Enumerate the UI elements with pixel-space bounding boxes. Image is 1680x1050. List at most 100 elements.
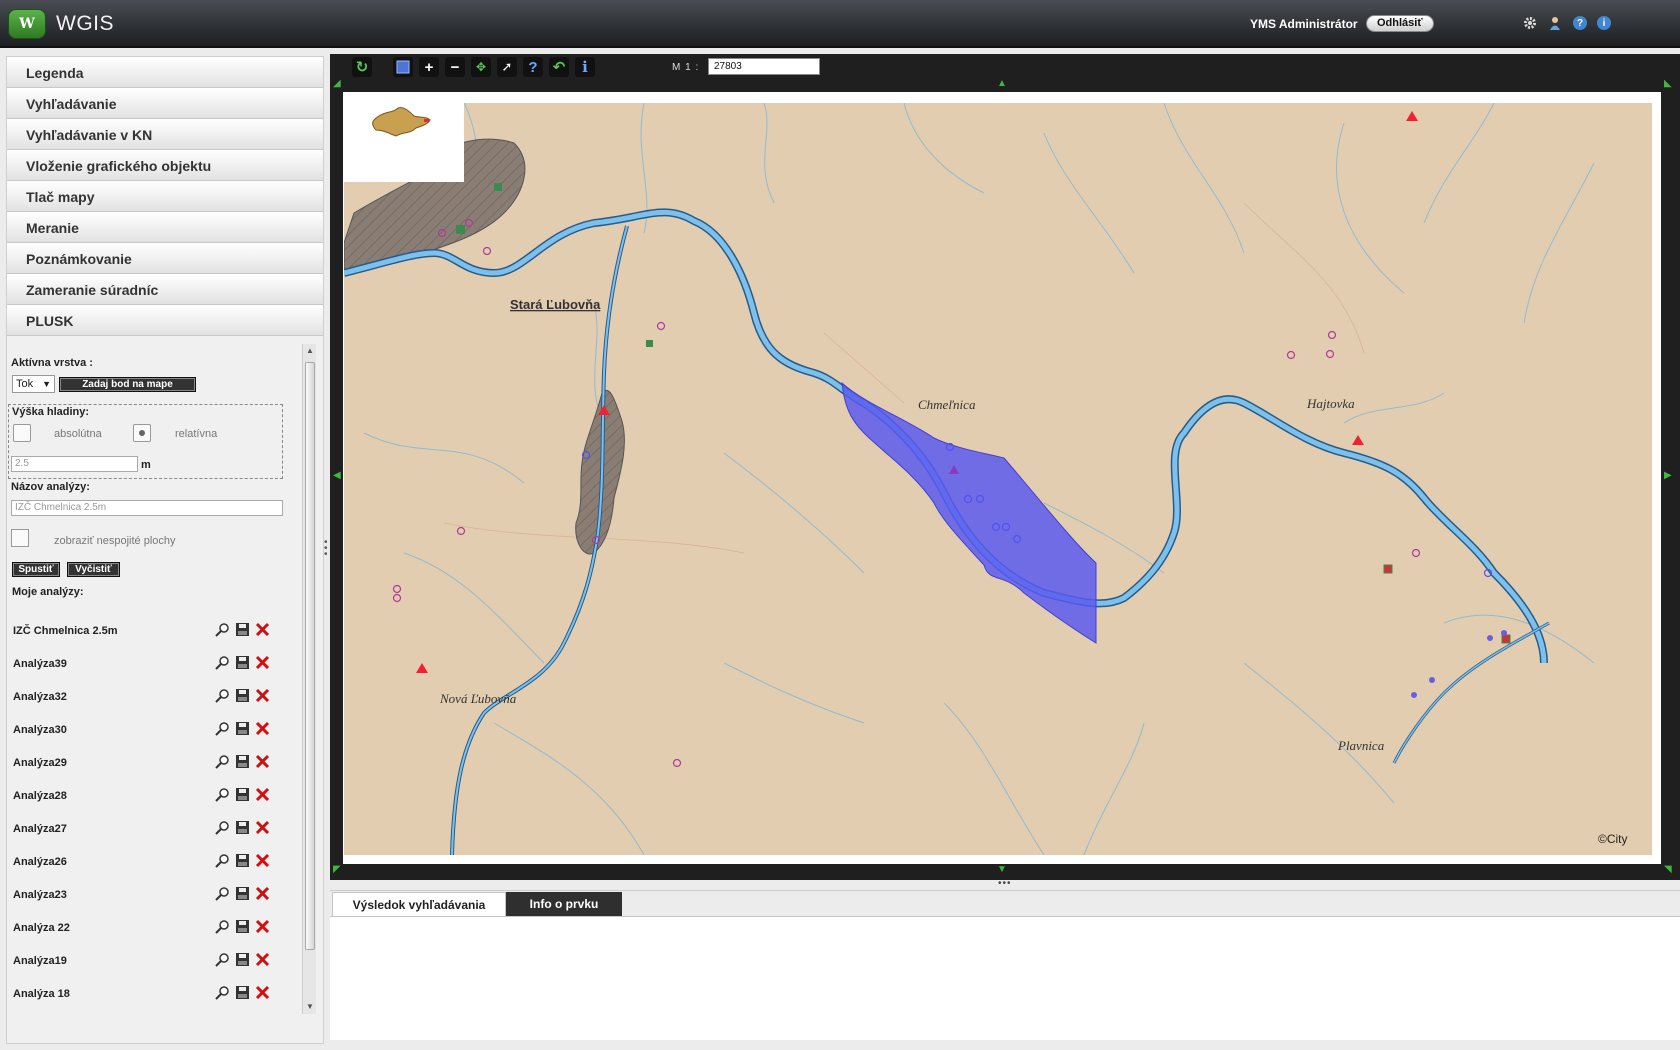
pan-west-arrow-icon[interactable]: ◀ (333, 470, 341, 481)
zoom-to-icon[interactable] (215, 886, 230, 901)
zoom-to-icon[interactable] (215, 754, 230, 769)
scroll-thumb[interactable] (305, 362, 315, 950)
delete-icon[interactable] (255, 787, 270, 802)
pick-point-button[interactable]: Zadaj bod na mape (59, 377, 196, 392)
show-disjoint-checkbox[interactable] (11, 529, 29, 547)
map-canvas[interactable]: Stará Ľubovňa Chmeľnica Hajtovka Nová Ľu… (344, 103, 1652, 855)
pan-north-arrow-icon[interactable]: ▲ (997, 78, 1007, 89)
section-insert-graphic[interactable]: Vloženie grafického objektu (7, 150, 323, 181)
save-icon[interactable] (235, 721, 250, 736)
undo-icon[interactable]: ↶ (549, 57, 569, 77)
analysis-row[interactable]: Analýza19 (13, 952, 273, 972)
analysis-row[interactable]: Analýza 22 (13, 919, 273, 939)
analysis-row[interactable]: Analýza27 (13, 820, 273, 840)
pan-icon[interactable]: ➚ (497, 57, 517, 77)
pan-sw-arrow-icon[interactable]: ◤ (333, 864, 341, 875)
analysis-name-input[interactable]: IZČ Chmelnica 2.5m (11, 500, 283, 516)
save-icon[interactable] (235, 688, 250, 703)
save-icon[interactable] (235, 622, 250, 637)
save-icon[interactable] (235, 655, 250, 670)
logout-button[interactable]: Odhlásiť (1366, 15, 1434, 32)
save-icon[interactable] (235, 754, 250, 769)
layer-select-value: Tok (16, 378, 34, 390)
section-measure[interactable]: Meranie (7, 212, 323, 243)
delete-icon[interactable] (255, 919, 270, 934)
analysis-row[interactable]: Analýza32 (13, 688, 273, 708)
delete-icon[interactable] (255, 688, 270, 703)
delete-icon[interactable] (255, 622, 270, 637)
absolute-radio[interactable] (13, 424, 31, 442)
save-icon[interactable] (235, 853, 250, 868)
zoom-to-icon[interactable] (215, 622, 230, 637)
analysis-row[interactable]: Analýza23 (13, 886, 273, 906)
full-extent-icon[interactable]: ✥ (471, 57, 491, 77)
gear-icon[interactable] (1523, 16, 1537, 30)
run-button[interactable]: Spustiť (12, 562, 60, 577)
delete-icon[interactable] (255, 985, 270, 1000)
section-coordinates[interactable]: Zameranie súradníc (7, 274, 323, 305)
save-icon[interactable] (235, 820, 250, 835)
analysis-row[interactable]: Analýza28 (13, 787, 273, 807)
pan-ne-arrow-icon[interactable]: ◣ (1664, 78, 1672, 89)
scale-input[interactable]: 27803 (708, 58, 820, 75)
user-icon[interactable] (1548, 16, 1562, 30)
save-icon[interactable] (235, 985, 250, 1000)
delete-icon[interactable] (255, 886, 270, 901)
delete-icon[interactable] (255, 721, 270, 736)
pan-south-arrow-icon[interactable]: ▼ (997, 864, 1007, 875)
refresh-icon[interactable]: ↻ (352, 57, 372, 77)
scroll-up-icon[interactable]: ▲ (306, 346, 314, 355)
horizontal-splitter[interactable]: ••• (330, 878, 1680, 890)
info-icon[interactable]: i (575, 57, 595, 77)
save-icon[interactable] (235, 952, 250, 967)
zoom-to-icon[interactable] (215, 952, 230, 967)
zoom-to-icon[interactable] (215, 655, 230, 670)
relative-radio[interactable] (133, 424, 151, 442)
section-search-kn[interactable]: Vyhľadávanie v KN (7, 119, 323, 150)
section-legenda[interactable]: Legenda (7, 57, 323, 88)
info-icon[interactable]: i (1597, 16, 1611, 30)
zoom-to-icon[interactable] (215, 820, 230, 835)
section-annotation[interactable]: Poznámkovanie (7, 243, 323, 274)
select-icon[interactable] (393, 57, 413, 77)
pan-se-arrow-icon[interactable]: ◥ (1664, 864, 1672, 875)
zoom-to-icon[interactable] (215, 688, 230, 703)
delete-icon[interactable] (255, 952, 270, 967)
zoom-to-icon[interactable] (215, 853, 230, 868)
zoom-to-icon[interactable] (215, 919, 230, 934)
analysis-row[interactable]: Analýza 18 (13, 985, 273, 1005)
help-icon[interactable]: ? (523, 57, 543, 77)
zoom-to-icon[interactable] (215, 721, 230, 736)
delete-icon[interactable] (255, 655, 270, 670)
pan-east-arrow-icon[interactable]: ▶ (1664, 470, 1672, 481)
pan-nw-arrow-icon[interactable]: ◢ (333, 78, 341, 89)
analysis-row[interactable]: Analýza39 (13, 655, 273, 675)
zoom-to-icon[interactable] (215, 787, 230, 802)
save-icon[interactable] (235, 919, 250, 934)
zoom-out-icon[interactable]: − (445, 57, 465, 77)
sidebar-scrollbar[interactable]: ▲ ▼ (302, 344, 316, 1014)
delete-icon[interactable] (255, 853, 270, 868)
tab-search-results[interactable]: Výsledok vyhľadávania (332, 892, 506, 916)
analysis-row[interactable]: Analýza30 (13, 721, 273, 741)
section-plusk[interactable]: PLUSK (7, 305, 323, 336)
section-search[interactable]: Vyhľadávanie (7, 88, 323, 119)
analysis-row[interactable]: Analýza26 (13, 853, 273, 873)
zoom-in-icon[interactable]: + (419, 57, 439, 77)
layer-select[interactable]: Tok ▼ (12, 375, 55, 393)
water-level-input[interactable]: 2.5 (11, 456, 138, 472)
save-icon[interactable] (235, 787, 250, 802)
analysis-row[interactable]: IZČ Chmelnica 2.5m (13, 622, 273, 642)
save-icon[interactable] (235, 886, 250, 901)
clear-button[interactable]: Vyčistiť (67, 562, 120, 577)
delete-icon[interactable] (255, 754, 270, 769)
help-icon[interactable]: ? (1573, 16, 1587, 30)
section-print-map[interactable]: Tlač mapy (7, 181, 323, 212)
tab-feature-info[interactable]: Info o prvku (506, 892, 622, 916)
splitter-grip-icon[interactable]: ••• (998, 878, 1012, 889)
zoom-to-icon[interactable] (215, 985, 230, 1000)
scroll-down-icon[interactable]: ▼ (306, 1002, 314, 1011)
analysis-row[interactable]: Analýza29 (13, 754, 273, 774)
overview-map[interactable] (344, 92, 464, 182)
delete-icon[interactable] (255, 820, 270, 835)
